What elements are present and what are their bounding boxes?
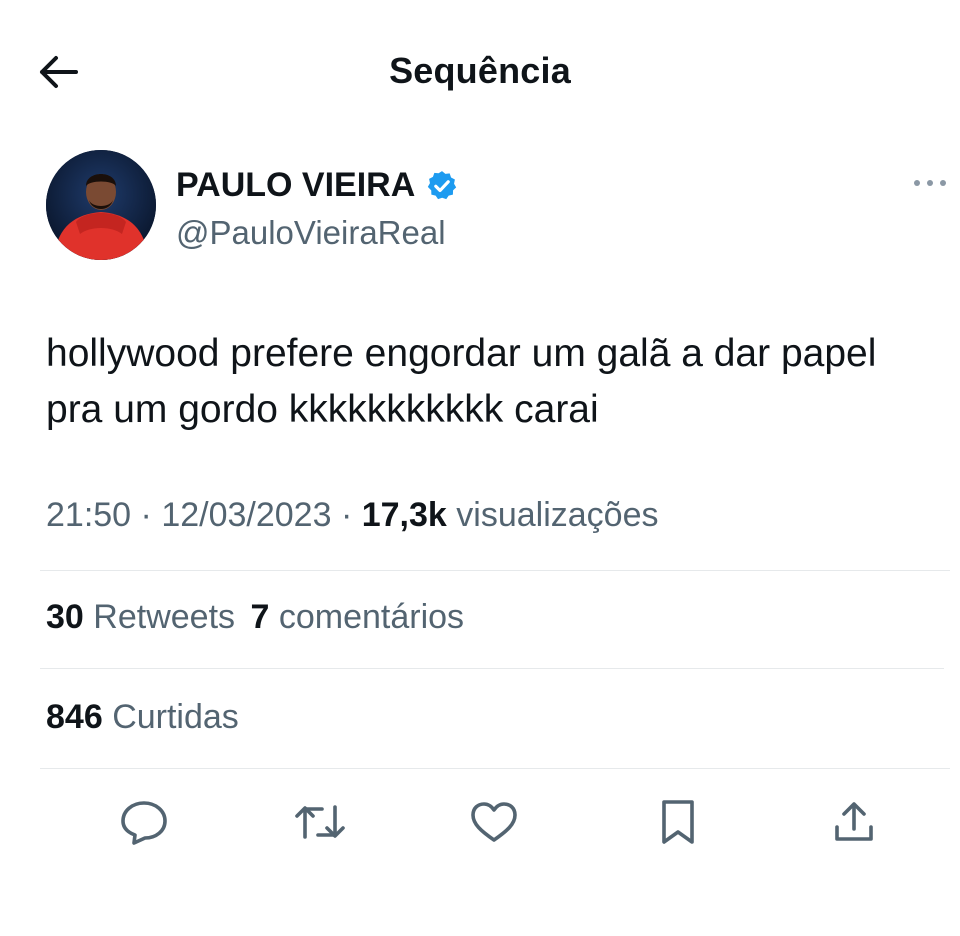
comments-label: comentários [278,598,465,636]
avatar[interactable] [46,150,156,260]
views-count: 17,3k [361,496,447,534]
more-dots-icon [912,178,948,188]
top-bar: Sequência [0,0,960,140]
like-button[interactable] [464,790,524,854]
views-label: visualizações [456,496,659,534]
retweets-stat[interactable]: 30 Retweets [46,598,244,636]
tweet-text-line: pra um gordo kkkkkkkkkkk carai [46,388,599,431]
tweet-author: PAULO VIEIRA @PauloVieiraReal [46,148,946,268]
tweet-time[interactable]: 21:50 [46,496,131,534]
more-options-button[interactable] [908,170,952,196]
author-name-label: PAULO VIEIRA [176,166,416,204]
share-icon [832,799,876,845]
meta-separator: · [340,496,353,534]
likes-label: Curtidas [112,698,239,736]
meta-separator: · [140,496,152,534]
retweet-icon [294,801,346,843]
like-icon [469,800,519,844]
retweet-button[interactable] [290,790,350,854]
comments-count: 7 [250,598,270,636]
divider [40,668,944,669]
likes-stats-row: 846 Curtidas [46,698,239,737]
author-name[interactable]: PAULO VIEIRA [176,166,459,205]
tweet-actions-bar [0,790,960,854]
tweet-text: hollywood prefere engordar um galã a dar… [46,326,946,438]
retweets-count: 30 [46,598,84,636]
author-handle[interactable]: @PauloVieiraReal [176,214,446,252]
bookmark-button[interactable] [648,790,708,854]
reply-icon [119,799,169,845]
tweet-date[interactable]: 12/03/2023 [161,496,331,534]
tweet-text-line: hollywood prefere engordar um galã a dar… [46,332,877,375]
likes-stat[interactable]: 846 Curtidas [46,698,239,736]
retweets-label: Retweets [93,598,236,636]
page-title: Sequência [389,50,571,91]
divider [40,570,950,571]
tweet-meta: 21:50 · 12/03/2023 · 17,3k visualizações [46,496,659,535]
share-button[interactable] [824,790,884,854]
divider [40,768,950,769]
reply-button[interactable] [114,790,174,854]
comments-stat[interactable]: 7 comentários [250,598,464,636]
engagement-stats-row: 30 Retweets 7 comentários [46,598,464,637]
likes-count: 846 [46,698,103,736]
bookmark-icon [659,798,697,846]
verified-badge-icon [425,169,459,203]
